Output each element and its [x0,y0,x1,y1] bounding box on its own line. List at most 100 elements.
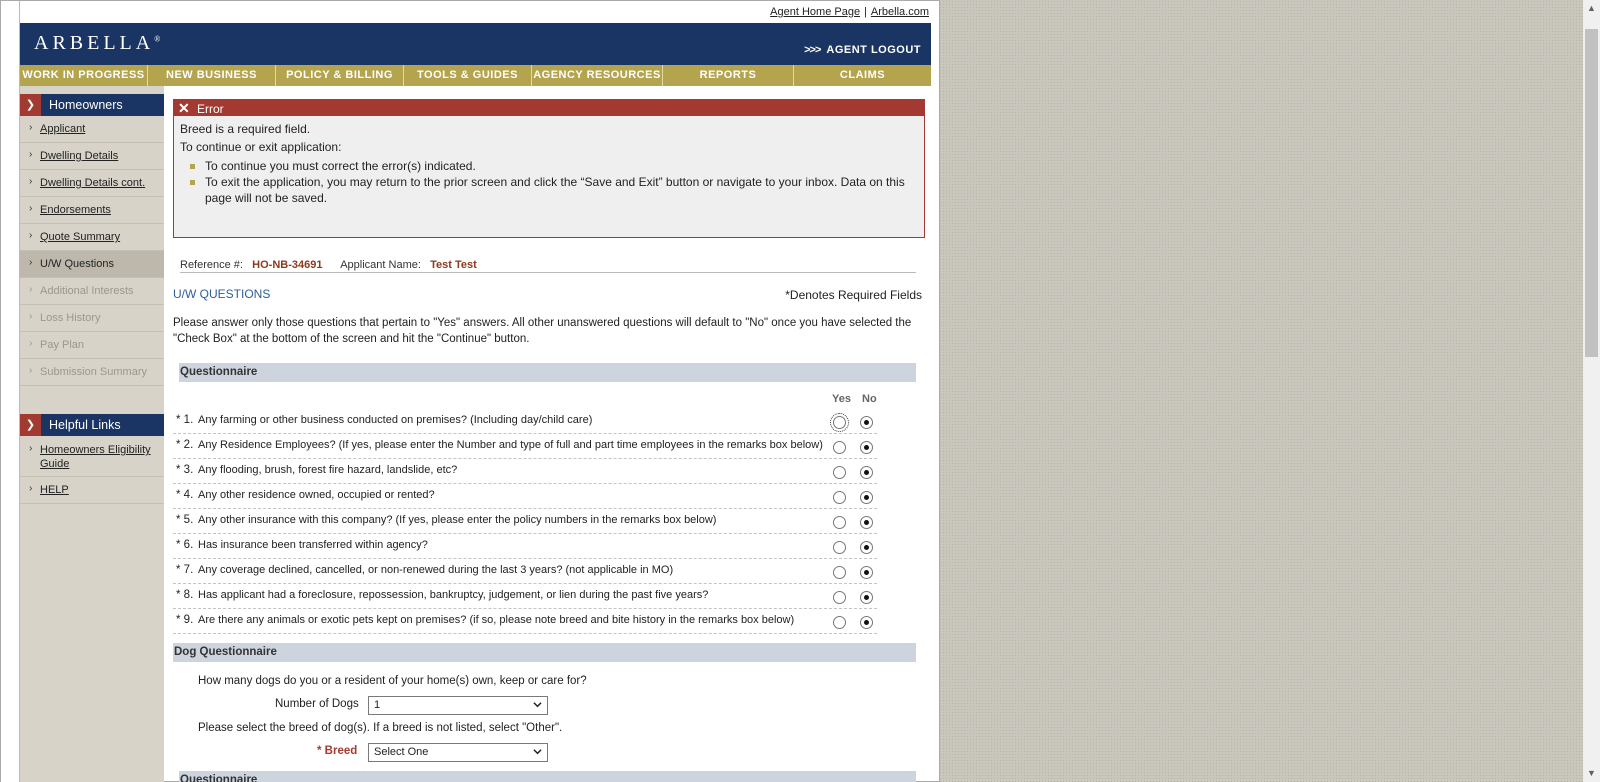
question-yes-radio[interactable] [833,516,846,529]
error-title: Error [197,102,224,116]
number-of-dogs-label: Number of Dogs [275,698,359,710]
question-number: * 4. [176,489,194,501]
sidebar-link-label: Homeowners Eligibility Guide [40,443,151,471]
scrollbar-thumb[interactable] [1585,29,1598,357]
questionnaire-section-header-2: Questionnaire [179,771,916,782]
question-yes-radio[interactable] [833,591,846,604]
breed-select[interactable]: Select One [368,743,548,762]
question-yes-radio[interactable] [833,491,846,504]
nav-policy-billing[interactable]: POLICY & BILLING [276,65,404,86]
question-text: Any other residence owned, occupied or r… [198,489,435,501]
reference-label: Reference #: [180,259,243,271]
question-no-radio[interactable] [860,616,873,629]
nav-agency-resources[interactable]: AGENCY RESOURCES [532,65,663,86]
nav-reports[interactable]: REPORTS [663,65,794,86]
question-yes-radio[interactable] [833,466,846,479]
sidebar-item-label: Submission Summary [40,366,147,378]
bullet-icon [190,180,195,185]
scroll-down-icon[interactable]: ▼ [1583,765,1600,782]
instructions-line1: Please answer only those questions that … [173,317,912,329]
question-text: Any other insurance with this company? (… [198,514,717,526]
question-number: * 7. [176,564,194,576]
question-number: * 9. [176,614,194,626]
question-yes-radio[interactable] [833,541,846,554]
sidebar-item-label: Applicant [40,123,86,135]
reference-number: HO-NB-34691 [252,259,323,271]
question-row: * 6. Has insurance been transferred withi… [173,534,877,559]
sidebar-link-homeowners-eligibility-guide[interactable]: › Homeowners Eligibility Guide [20,437,164,477]
question-no-radio[interactable] [860,416,873,429]
question-no-radio[interactable] [860,491,873,504]
question-no-radio[interactable] [860,566,873,579]
chevron-right-icon: › [29,338,33,349]
question-no-radio[interactable] [860,591,873,604]
nav-work-in-progress[interactable]: WORK IN PROGRESS [20,65,148,86]
logout-arrows-icon: >>> [804,44,821,56]
question-number: * 5. [176,514,194,526]
arbella-logo[interactable]: ARBELLA® [34,32,160,55]
reference-bar: Reference #: HO-NB-34691 Applicant Name:… [180,259,916,273]
sidebar-link-label: HELP [40,484,69,496]
nav-claims[interactable]: CLAIMS [794,65,931,86]
question-text: Any Residence Employees? (If yes, please… [198,439,823,451]
error-bullet-exit-line1: To exit the application, you may return … [205,175,905,189]
question-row: * 5. Any other insurance with this compan… [173,509,877,534]
question-yes-radio[interactable] [833,566,846,579]
instructions: Please answer only those questions that … [173,315,913,347]
sidebar-item-dwelling-details[interactable]: › Dwelling Details [20,143,164,170]
question-row: * 8. Has applicant had a foreclosure, rep… [173,584,877,609]
vertical-scrollbar[interactable]: ▲ ▼ [1583,0,1600,782]
question-text: Any flooding, brush, forest fire hazard,… [198,464,458,476]
arbella-com-link[interactable]: Arbella.com [871,6,929,18]
sidebar-item-label: Dwelling Details [40,150,119,162]
error-panel: ✕ Error Breed is a required field. To co… [173,99,925,238]
sidebar-item-label: U/W Questions [40,258,114,270]
error-bullet-exit-line2: page will not be saved. [205,191,328,205]
sidebar-item-pay-plan: › Pay Plan [20,332,164,359]
chevron-right-icon: ❯ [20,414,41,436]
error-bullet-continue: To continue you must correct the error(s… [205,159,476,173]
question-yes-radio[interactable] [833,616,846,629]
nav-tools-guides[interactable]: TOOLS & GUIDES [404,65,532,86]
scroll-up-icon[interactable]: ▲ [1583,0,1600,17]
sidebar-item-label: Additional Interests [40,285,134,297]
sidebar-item-applicant[interactable]: › Applicant [20,116,164,143]
number-of-dogs-select[interactable]: 1 [368,696,548,715]
sidebar-item-dwelling-details-cont[interactable]: › Dwelling Details cont. [20,170,164,197]
question-text: Has applicant had a foreclosure, reposse… [198,589,709,601]
question-row: * 7. Any coverage declined, cancelled, or… [173,559,877,584]
page-frame: Agent Home Page | Arbella.com ARBELLA® >>>… [0,0,940,782]
chevron-down-icon [533,749,542,755]
question-yes-radio[interactable] [833,441,846,454]
no-column-header: No [862,393,877,405]
nav-new-business[interactable]: NEW BUSINESS [148,65,276,86]
question-yes-radio[interactable] [830,413,849,432]
sidebar-item-uw-questions[interactable]: › U/W Questions [20,251,164,278]
question-no-radio[interactable] [860,466,873,479]
question-text: Are there any animals or exotic pets kep… [198,614,795,626]
question-no-radio[interactable] [860,541,873,554]
sidebar-item-additional-interests: › Additional Interests [20,278,164,305]
questionnaire-section-header: Questionnaire [179,363,916,382]
sidebar-item-label: Dwelling Details cont. [40,177,146,189]
error-header: ✕ Error [174,100,924,116]
chevron-right-icon: › [29,284,33,295]
chevron-right-icon: › [29,311,33,322]
header-banner: ARBELLA® >>> AGENT LOGOUT [20,23,931,65]
question-row: * 2. Any Residence Employees? (If yes, pl… [173,434,877,459]
sidebar-link-label-line1: Homeowners Eligibility [40,444,151,456]
agent-logout-button[interactable]: >>> AGENT LOGOUT [804,44,921,56]
question-row: * 1. Any farming or other business conduc… [173,409,877,434]
sidebar-item-quote-summary[interactable]: › Quote Summary [20,224,164,251]
question-no-radio[interactable] [860,516,873,529]
question-number: * 2. [176,439,194,451]
agent-home-link[interactable]: Agent Home Page [770,6,860,18]
chevron-right-icon: › [29,365,33,376]
sidebar-item-endorsements[interactable]: › Endorsements [20,197,164,224]
logo-registered-mark: ® [154,34,161,44]
chevron-right-icon: › [29,257,33,268]
sidebar-link-help[interactable]: › HELP [20,477,164,504]
question-no-radio[interactable] [860,441,873,454]
page-title: U/W QUESTIONS [173,287,271,301]
applicant-name: Test Test [430,259,477,271]
